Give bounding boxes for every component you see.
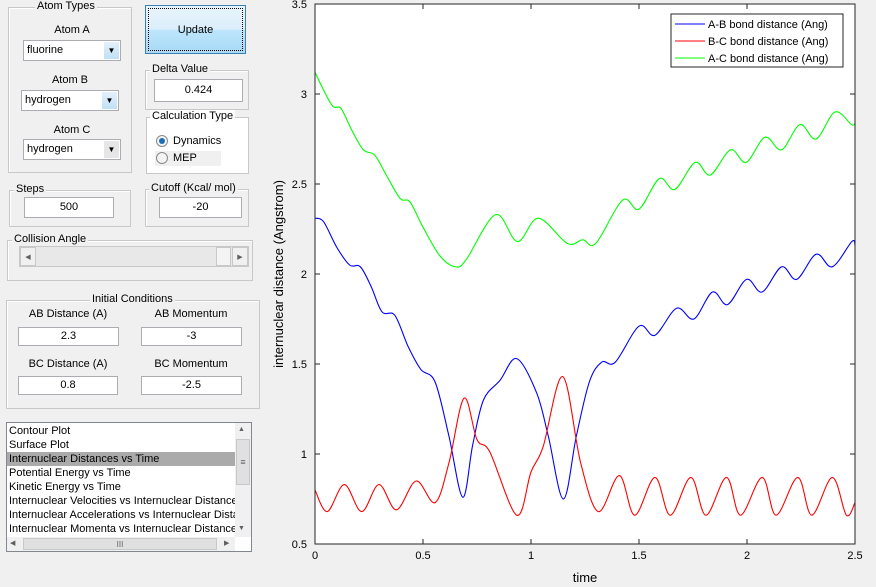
legend-label-ac: A-C bond distance (Ang) <box>708 53 828 65</box>
legend: A-B bond distance (Ang) B-C bond distanc… <box>670 13 844 68</box>
y-tick-label: 2.5 <box>292 179 307 191</box>
y-tick-label: 2 <box>301 269 307 281</box>
y-tick-label: 0.5 <box>292 539 307 551</box>
x-tick-label: 2 <box>744 550 750 562</box>
legend-label-bc: B-C bond distance (Ang) <box>708 36 828 48</box>
distance-chart: 0 0.5 1 1.5 2 2.5 0.5 1 1.5 2 2.5 3 3.5 time internu… <box>271 0 863 585</box>
y-axis-label: internuclear distance (Angstrom) <box>271 180 286 368</box>
y-tick-label: 1.5 <box>292 359 307 371</box>
x-tick-label: 0 <box>312 550 318 562</box>
x-tick-label: 0.5 <box>415 550 430 562</box>
y-tick-label: 3.5 <box>292 0 307 11</box>
x-tick-label: 1 <box>528 550 534 562</box>
y-tick-label: 3 <box>301 89 307 101</box>
x-axis-label: time <box>573 570 598 585</box>
y-tick-label: 1 <box>301 449 307 461</box>
legend-label-ab: A-B bond distance (Ang) <box>708 19 828 31</box>
x-tick-label: 2.5 <box>847 550 862 562</box>
x-tick-label: 1.5 <box>631 550 646 562</box>
plot-area <box>315 4 855 544</box>
